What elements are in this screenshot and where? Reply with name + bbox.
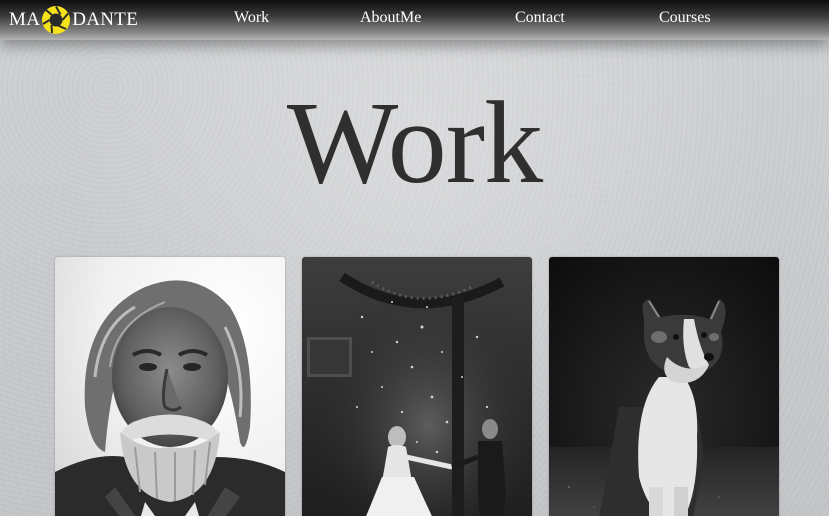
dog-photo [549, 257, 779, 516]
top-navigation-bar: MA DANTE Work AboutMe Contact Courses [0, 0, 829, 40]
gallery-card-dog[interactable] [549, 257, 779, 516]
nav-link-work[interactable]: Work [234, 9, 269, 27]
camera-aperture-icon [42, 6, 71, 34]
nav-link-contact[interactable]: Contact [515, 9, 565, 27]
nav-link-courses[interactable]: Courses [659, 9, 711, 27]
portrait-photo [55, 257, 285, 516]
brand-name-left: MA [9, 9, 41, 30]
gallery-card-wedding[interactable] [302, 257, 532, 516]
gallery-card-portrait[interactable] [55, 257, 285, 516]
nav-link-aboutme[interactable]: AboutMe [360, 9, 421, 27]
brand-logo[interactable]: MA DANTE [9, 6, 138, 34]
page-title: Work [286, 77, 543, 208]
brand-name-right: DANTE [72, 9, 139, 30]
wedding-photo [302, 257, 532, 516]
